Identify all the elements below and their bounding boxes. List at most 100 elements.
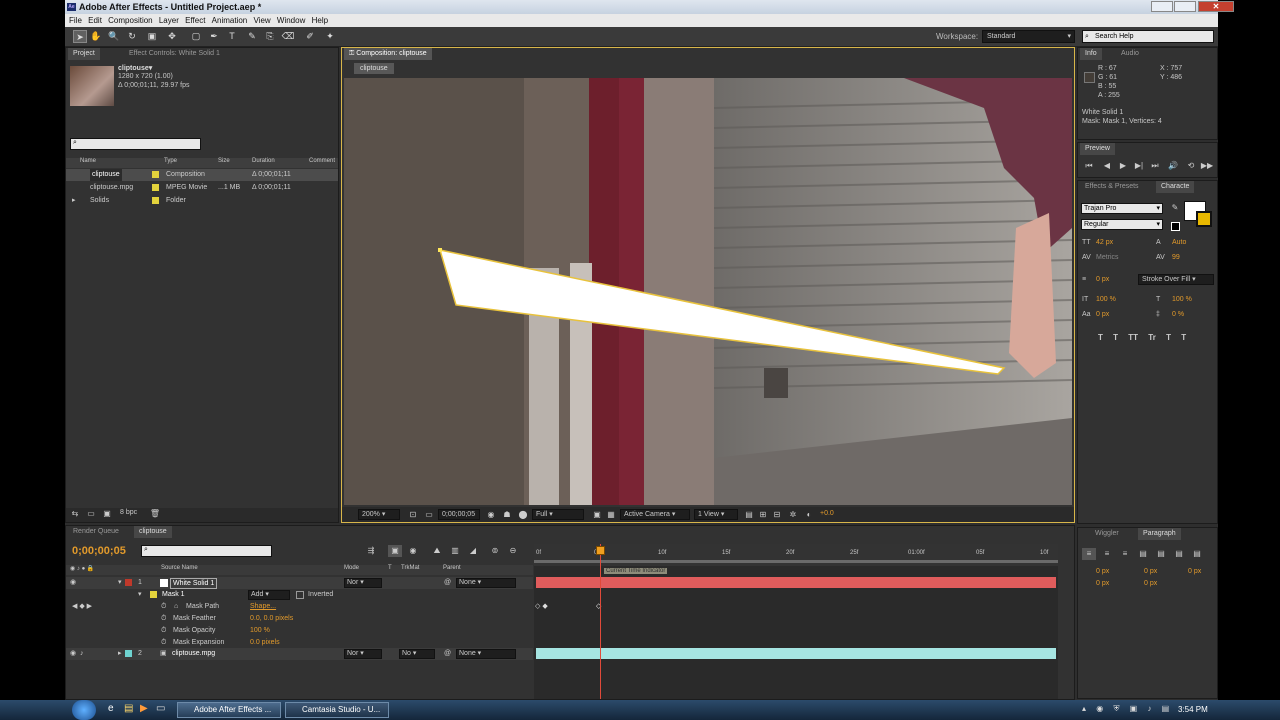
camera-select[interactable]: Active Camera ▾ [620,509,690,520]
keyframe-nav-icon[interactable]: ◀ ◆ ▶ [72,601,92,613]
mask-prop-value[interactable]: 100 % [250,625,270,637]
tab-preview[interactable]: Preview [1080,143,1115,155]
transparency-grid-icon[interactable]: ▦ [604,509,618,521]
space-after-value[interactable]: 0 px [1144,580,1157,587]
layer-row[interactable]: ◉ ▾ 1 White Solid 1 Nor ▾ @ None ▾ [66,577,533,589]
horizontal-scale-value[interactable]: 100 % [1172,296,1192,303]
tab-character[interactable]: Characte [1156,181,1195,193]
pan-behind-tool-icon[interactable]: ✥ [165,30,179,43]
leading-value[interactable]: Auto [1172,239,1186,246]
col-comment[interactable]: Comment [309,158,335,164]
menu-edit[interactable]: Edit [88,16,102,25]
region-of-interest-icon[interactable]: ▣ [590,509,604,521]
tsume-value[interactable]: 0 % [1172,311,1184,318]
justify-right-icon[interactable]: ▤ [1172,548,1186,560]
align-center-icon[interactable]: ≡ [1100,548,1114,560]
mask-row[interactable]: ▾ Mask 1 Add ▾ Inverted [66,589,533,601]
project-row[interactable]: cliptouse Composition Δ 0;00;01;11 [66,169,338,181]
brush-tool-icon[interactable]: ✎ [245,30,259,43]
explorer-icon[interactable]: ▤ [124,703,133,714]
timeline-track-area[interactable]: 0f 05f 10f 15f 20f 25f 01:00f 05f 10f ◇ … [534,544,1058,699]
eye-icon[interactable]: ◉ [70,577,76,589]
all-caps-button[interactable]: TT [1128,333,1138,342]
menu-view[interactable]: View [253,16,270,25]
mask-name[interactable]: Mask 1 [162,589,185,601]
black-swatch[interactable] [1171,222,1180,231]
small-caps-button[interactable]: Tr [1148,333,1156,342]
layer-label-chip[interactable] [125,579,132,586]
indent-first-value[interactable]: 0 px [1144,568,1157,575]
audio-icon[interactable]: ♪ [80,648,84,660]
col-source-name[interactable]: Source Name [161,565,198,571]
stroke-width-value[interactable]: 0 px [1096,276,1109,283]
timeline-current-time[interactable]: 0;00;00;05 [72,545,126,557]
tab-effects-presets[interactable]: Effects & Presets [1080,181,1144,193]
justify-center-icon[interactable]: ▤ [1154,548,1168,560]
kerning-value[interactable]: Metrics [1096,254,1119,261]
col-size[interactable]: Size [218,158,230,164]
view-layout-select[interactable]: 1 View ▾ [694,509,738,520]
tab-project[interactable]: Project [68,48,100,60]
expand-mask-icon[interactable]: ▾ [138,589,142,601]
menu-help[interactable]: Help [312,16,328,25]
vertical-scale-value[interactable]: 100 % [1096,296,1116,303]
justify-all-icon[interactable]: ▤ [1190,548,1204,560]
tray-icons[interactable]: ▴ ◉ ⛨ ▣ ♪ ▤ [1082,704,1173,714]
trash-icon[interactable]: 🗑 [148,508,162,520]
baseline-shift-value[interactable]: 0 px [1096,311,1109,318]
interpret-footage-icon[interactable]: ⇆ [68,508,82,520]
draft-3d-icon[interactable]: ◉ [406,545,420,557]
faux-italic-button[interactable]: T [1113,333,1118,342]
resolution-select[interactable]: Full ▾ [532,509,584,520]
stroke-color-swatch[interactable] [1196,211,1212,227]
tab-timeline-cliptouse[interactable]: cliptouse [134,526,172,538]
col-type[interactable]: Type [164,158,177,164]
audio-icon[interactable]: 🔊 [1166,160,1180,172]
clone-tool-icon[interactable]: ⎘ [263,30,277,43]
toggle-pixel-icon[interactable]: ▤ [742,509,756,521]
exposure-icon[interactable]: ◐ [802,509,816,521]
ie-icon[interactable]: e [108,703,114,714]
mask-property-row[interactable]: ⏱ Mask Opacity 100 % [66,625,533,637]
hide-shy-layers-icon[interactable]: ⛰ [430,545,444,557]
last-frame-icon[interactable]: ⏭ [1148,160,1162,172]
mask-prop-value[interactable]: Shape... [250,601,276,613]
layer-name[interactable]: White Solid 1 [170,578,218,589]
justify-left-icon[interactable]: ▤ [1136,548,1150,560]
layer-mode-select[interactable]: Nor ▾ [344,649,382,659]
bpc-label[interactable]: 8 bpc [120,509,137,516]
pick-whip-icon[interactable]: @ [444,577,451,589]
close-button[interactable]: ✕ [1198,1,1234,12]
show-snapshot-icon[interactable]: ☗ [500,509,514,521]
tab-effect-controls[interactable]: Effect Controls: White Solid 1 [124,48,225,60]
graph-editor-icon[interactable]: ⊚ [488,545,502,557]
tracking-value[interactable]: 99 [1172,254,1180,261]
exposure-value[interactable]: +0.0 [820,510,834,517]
mask-property-row[interactable]: ⏱ Mask Feather 0.0, 0.0 pixels [66,613,533,625]
composition-viewport[interactable] [344,78,1072,505]
col-mode[interactable]: Mode [344,565,359,571]
layer-trkmat-select[interactable]: No ▾ [399,649,435,659]
magnification-select[interactable]: 200% ▾ [358,509,400,520]
previous-frame-icon[interactable]: ◀ [1100,160,1114,172]
search-help-input[interactable]: ⌕ Search Help [1082,30,1214,43]
menu-layer[interactable]: Layer [159,16,179,25]
start-button[interactable] [72,700,96,720]
puppet-tool-icon[interactable]: ✦ [323,30,337,43]
project-search-input[interactable]: ⌕ [70,138,201,150]
workspace-select[interactable]: Standard ▾ [982,30,1075,43]
layer-label-chip[interactable] [125,650,132,657]
col-t[interactable]: T [388,565,392,571]
tab-wiggler[interactable]: Wiggler [1090,528,1124,540]
zoom-tool-icon[interactable]: 🔍 [107,30,121,43]
col-trkmat[interactable]: TrkMat [401,565,419,571]
mask-mode-select[interactable]: Add ▾ [248,590,290,600]
eraser-tool-icon[interactable]: ⌫ [281,30,295,43]
indent-right-value[interactable]: 0 px [1188,568,1201,575]
font-style-select[interactable]: Regular ▾ [1081,219,1163,230]
color-channel-icon[interactable]: ⬤ [516,509,530,521]
work-area-bar[interactable] [534,560,1058,563]
frame-blending-icon[interactable]: ▥ [448,545,462,557]
play-icon[interactable]: ▶ [1116,160,1130,172]
time-ruler[interactable]: 0f 05f 10f 15f 20f 25f 01:00f 05f 10f [534,544,1058,566]
